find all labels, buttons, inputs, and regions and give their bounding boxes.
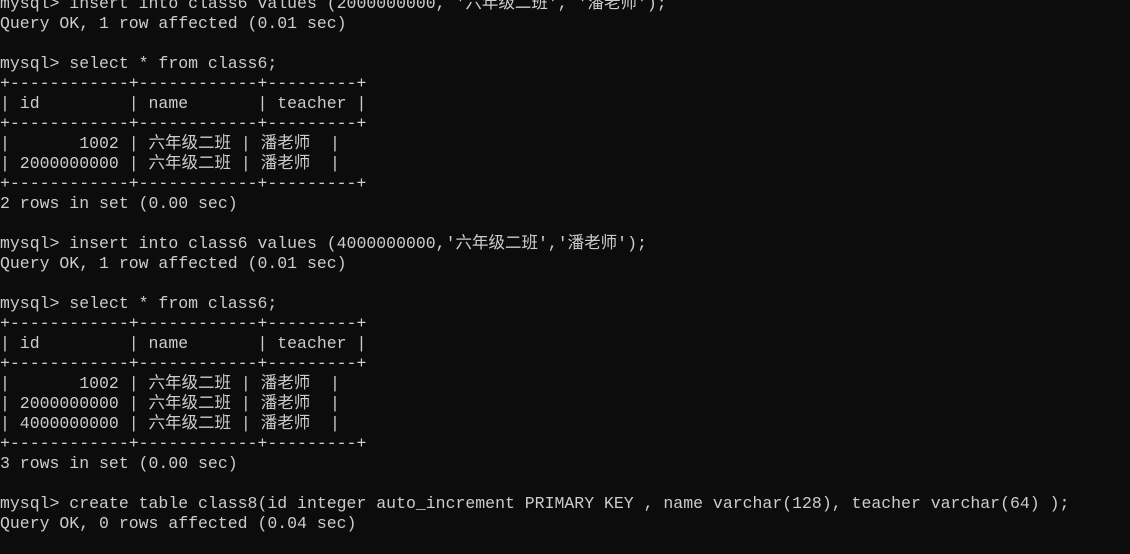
- terminal-line: Query OK, 0 rows affected (0.04 sec): [0, 514, 357, 533]
- terminal-line: | id | name | teacher |: [0, 334, 367, 353]
- terminal-line: +------------+------------+---------+: [0, 174, 367, 193]
- terminal-line: mysql> create table class8(id integer au…: [0, 494, 1070, 513]
- terminal-line: | 1002 | 六年级二班 | 潘老师 |: [0, 374, 340, 393]
- terminal-line: 3 rows in set (0.00 sec): [0, 454, 238, 473]
- terminal-line: | 2000000000 | 六年级二班 | 潘老师 |: [0, 154, 340, 173]
- terminal-line: | 4000000000 | 六年级二班 | 潘老师 |: [0, 414, 340, 433]
- terminal-line: +------------+------------+---------+: [0, 114, 367, 133]
- terminal-line: mysql> select * from class6;: [0, 54, 278, 73]
- terminal-line: | id | name | teacher |: [0, 94, 367, 113]
- terminal-line: +------------+------------+---------+: [0, 74, 367, 93]
- terminal-line: 2 rows in set (0.00 sec): [0, 194, 238, 213]
- terminal-line: +------------+------------+---------+: [0, 434, 367, 453]
- terminal-line: +------------+------------+---------+: [0, 354, 367, 373]
- terminal-line: mysql> insert into class6 values (400000…: [0, 234, 647, 253]
- terminal-line: Query OK, 1 row affected (0.01 sec): [0, 254, 347, 273]
- terminal-output[interactable]: mysql> insert into class6 values (200000…: [0, 0, 1130, 554]
- terminal-line: | 2000000000 | 六年级二班 | 潘老师 |: [0, 394, 340, 413]
- terminal-line: +------------+------------+---------+: [0, 314, 367, 333]
- terminal-line: mysql> insert into class6 values (200000…: [0, 0, 667, 13]
- terminal-line: | 1002 | 六年级二班 | 潘老师 |: [0, 134, 340, 153]
- terminal-line: mysql> select * from class6;: [0, 294, 278, 313]
- terminal-line: Query OK, 1 row affected (0.01 sec): [0, 14, 347, 33]
